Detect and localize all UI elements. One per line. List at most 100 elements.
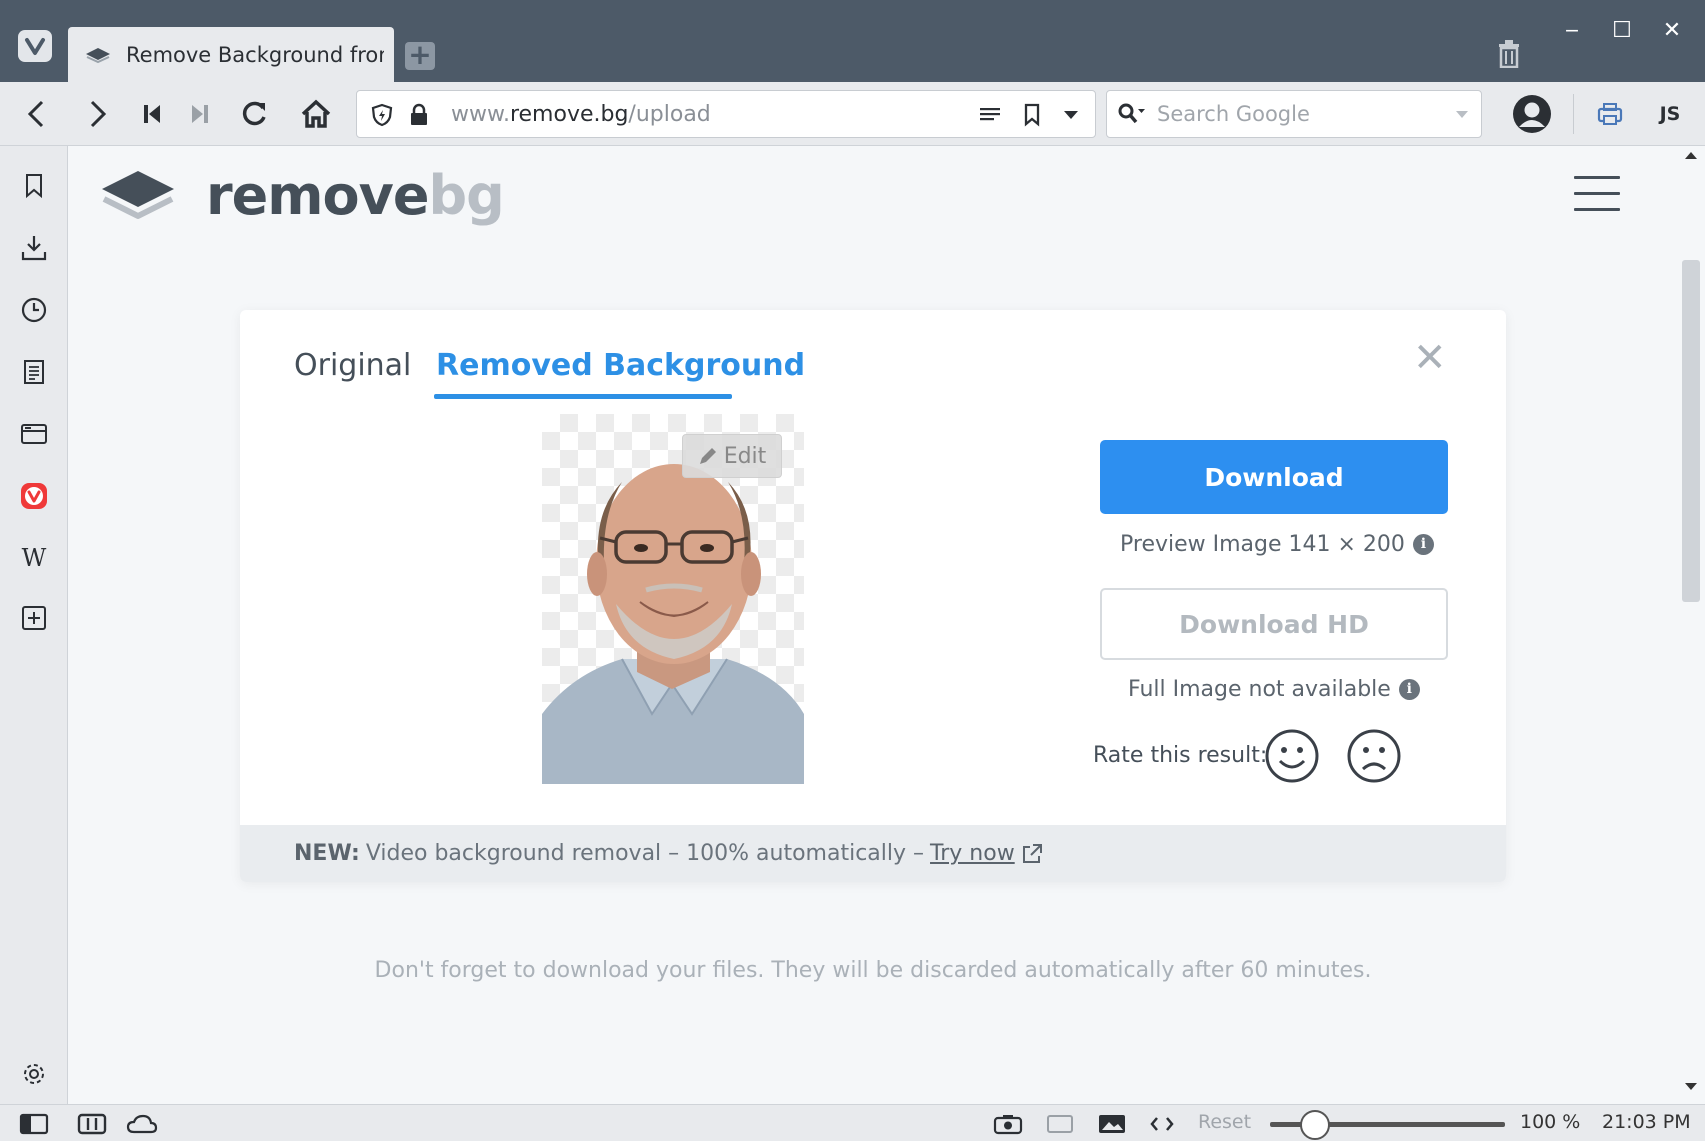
edit-button[interactable]: Edit (682, 434, 782, 478)
page-tiling-button[interactable] (1044, 1112, 1076, 1136)
layers-logo-icon (102, 170, 174, 219)
back-button[interactable] (18, 96, 54, 132)
zoom-reset-button[interactable]: Reset (1198, 1111, 1251, 1133)
forward-button[interactable] (80, 96, 116, 132)
vivaldi-web-panel-button[interactable] (14, 476, 54, 516)
page-actions-button[interactable] (1146, 1112, 1178, 1136)
active-tab[interactable]: Remove Background from (68, 27, 394, 82)
download-button[interactable]: Download (1100, 440, 1448, 514)
hamburger-line (1574, 192, 1620, 195)
code-brackets-icon (1150, 1117, 1174, 1131)
reader-view-icon[interactable] (979, 106, 1001, 124)
window-panel-button[interactable] (14, 414, 54, 454)
url-text[interactable]: www.remove.bg/upload (451, 102, 711, 127)
notes-panel-button[interactable] (14, 352, 54, 392)
profile-button[interactable] (1510, 92, 1554, 136)
javascript-toggle-button[interactable]: JS (1652, 96, 1688, 132)
window-outline-icon (1047, 1115, 1073, 1133)
rate-result-label: Rate this result: (1093, 743, 1268, 768)
logo-remove: remove (206, 164, 429, 227)
chevron-down-icon[interactable] (1455, 110, 1469, 120)
vivaldi-menu-button[interactable] (18, 30, 52, 62)
info-icon[interactable]: i (1412, 534, 1434, 555)
discard-notice: Don't forget to download your files. The… (374, 958, 1372, 983)
url-domain: remove.bg (509, 102, 629, 127)
close-result-button[interactable]: ✕ (1413, 338, 1447, 378)
hamburger-line (1574, 208, 1620, 211)
sync-status-button[interactable] (126, 1112, 158, 1136)
happy-face-icon[interactable] (1264, 728, 1320, 784)
reload-button[interactable] (236, 96, 272, 132)
navigation-toolbar: www.remove.bg/upload Search Google JS (0, 82, 1705, 146)
minimize-button[interactable]: ‒ (1552, 18, 1592, 52)
dropdown-triangle-icon[interactable] (1063, 109, 1079, 121)
preview-info-text: Preview Image 141 × 200 (1120, 532, 1405, 557)
sad-face-icon[interactable] (1346, 728, 1402, 784)
tab-tiling-button[interactable] (76, 1112, 108, 1136)
wikipedia-icon: W (21, 544, 47, 572)
window-icon (21, 424, 47, 444)
history-panel-button[interactable] (14, 290, 54, 330)
fast-forward-button[interactable] (182, 96, 218, 132)
try-now-link[interactable]: Try now (930, 841, 1015, 866)
promo-new-label: NEW: (294, 841, 360, 866)
printer-icon (1597, 103, 1623, 125)
zoom-level: 100 % (1520, 1111, 1581, 1133)
toolbar-divider (1573, 94, 1574, 134)
rewind-button[interactable] (134, 96, 170, 132)
removebg-logo[interactable]: removebg (98, 164, 505, 227)
settings-button[interactable] (14, 1054, 54, 1094)
gear-icon (24, 1064, 44, 1084)
new-tab-button[interactable]: + (405, 41, 435, 70)
page-scrollbar[interactable] (1678, 146, 1705, 1104)
search-input[interactable] (1157, 97, 1427, 131)
info-icon[interactable]: i (1398, 679, 1420, 700)
scroll-down-arrow-icon[interactable] (1684, 1082, 1698, 1092)
capture-button[interactable] (992, 1112, 1024, 1136)
sync-button[interactable] (1592, 96, 1628, 132)
toggle-panel-button[interactable] (18, 1112, 50, 1136)
downloads-panel-button[interactable] (14, 228, 54, 268)
external-link-icon[interactable] (1021, 843, 1043, 865)
result-preview-image: Edit (542, 414, 804, 784)
lock-icon[interactable] (409, 103, 429, 127)
tile-icon (77, 1113, 107, 1135)
user-avatar-icon (1513, 95, 1551, 133)
result-card: Original Removed Background ✕ Edit Downl… (240, 310, 1506, 882)
search-bar[interactable] (1106, 90, 1482, 138)
clock-icon (21, 297, 47, 323)
tab-original[interactable]: Original (294, 348, 411, 383)
chevron-right-icon (90, 100, 107, 128)
tab-removed-background[interactable]: Removed Background (436, 348, 805, 383)
scroll-up-arrow-icon[interactable] (1684, 150, 1698, 160)
home-button[interactable] (298, 96, 334, 132)
scrollbar-thumb[interactable] (1682, 260, 1700, 602)
search-engine-icon[interactable] (1117, 102, 1147, 126)
panel-toggle-icon (19, 1113, 49, 1135)
maximize-button[interactable]: ☐ (1602, 18, 1642, 52)
bookmark-icon[interactable] (1023, 103, 1041, 127)
camera-icon (993, 1115, 1023, 1135)
address-bar[interactable]: www.remove.bg/upload (356, 90, 1096, 138)
pencil-icon (699, 448, 716, 464)
zoom-slider-handle[interactable] (1300, 1110, 1330, 1140)
shield-icon[interactable] (371, 103, 393, 127)
logo-bg: bg (428, 164, 504, 227)
logo-wordmark: removebg (206, 164, 505, 227)
tab-title: Remove Background from (126, 42, 384, 67)
cloud-icon (126, 1114, 158, 1134)
url-path: /upload (628, 102, 711, 127)
image-toggle-button[interactable] (1096, 1112, 1128, 1136)
promo-banner: NEW: Video background removal – 100% aut… (240, 825, 1506, 882)
trash-icon[interactable] (1497, 40, 1521, 72)
add-panel-button[interactable] (14, 598, 54, 638)
full-image-info-text: Full Image not available (1128, 677, 1391, 702)
bookmarks-panel-button[interactable] (14, 166, 54, 206)
download-hd-button[interactable]: Download HD (1100, 588, 1448, 660)
active-tab-indicator (434, 394, 732, 399)
chevron-left-icon (27, 100, 44, 128)
hamburger-menu-button[interactable] (1574, 176, 1620, 214)
status-clock: 21:03 PM (1602, 1111, 1691, 1133)
wikipedia-panel-button[interactable]: W (14, 538, 54, 578)
close-window-button[interactable]: ✕ (1652, 18, 1692, 52)
